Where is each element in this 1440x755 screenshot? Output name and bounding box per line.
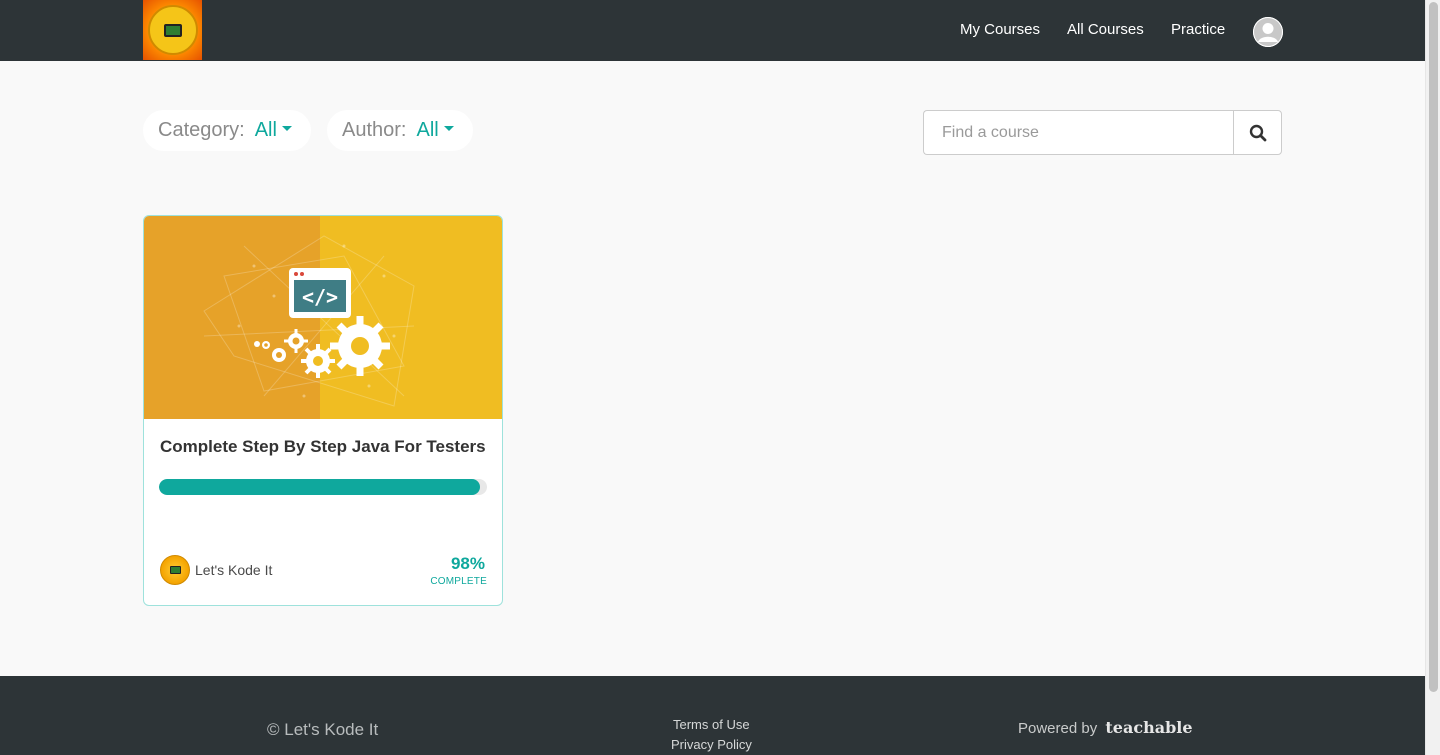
progress-percent: 98% [450, 554, 485, 573]
course-title[interactable]: Complete Step By Step Java For Testers [160, 437, 486, 457]
page-footer: © Let's Kode It Terms of Use Privacy Pol… [0, 676, 1425, 755]
search-input[interactable] [923, 110, 1234, 155]
footer-copyright: © Let's Kode It [267, 720, 379, 739]
page-scrollbar[interactable] [1425, 0, 1440, 755]
category-filter-value[interactable]: All [255, 119, 277, 142]
nav-my-courses[interactable]: My Courses [960, 21, 1040, 38]
course-card[interactable]: </> Complete Step By Step Java For Teste… [143, 215, 503, 606]
progress-status: COMPLETE [430, 576, 487, 587]
author-filter[interactable]: Author: All [327, 110, 473, 151]
nav-all-courses[interactable]: All Courses [1067, 21, 1144, 38]
category-filter-label: Category: [158, 119, 245, 141]
course-progress-fill [159, 479, 481, 495]
category-filter[interactable]: Category: All [143, 110, 311, 151]
author-filter-label: Author: [342, 119, 407, 141]
search-button[interactable] [1233, 110, 1282, 155]
author-filter-value[interactable]: All [416, 119, 438, 142]
footer-link-privacy[interactable]: Privacy Policy [671, 737, 752, 752]
nav-practice[interactable]: Practice [1171, 21, 1225, 38]
powered-by[interactable]: Powered by teachable [1018, 718, 1193, 737]
user-avatar-icon[interactable] [1253, 17, 1283, 47]
teachable-brand[interactable]: teachable [1105, 718, 1192, 737]
scrollbar-thumb[interactable] [1429, 2, 1438, 692]
course-thumbnail[interactable]: </> [144, 216, 502, 419]
powered-by-label: Powered by [1018, 720, 1098, 737]
school-logo[interactable] [143, 0, 202, 60]
logo-badge-icon [147, 5, 198, 55]
author-avatar [160, 555, 190, 585]
footer-link-terms[interactable]: Terms of Use [673, 717, 750, 732]
course-author: Let's Kode It [195, 562, 273, 578]
svg-text:</>: </> [302, 285, 338, 309]
course-progress-bar [159, 479, 487, 495]
top-navbar: My Courses All Courses Practice [0, 0, 1425, 61]
chevron-down-icon [281, 126, 292, 131]
search-icon [1249, 124, 1266, 141]
chevron-down-icon [443, 126, 454, 131]
code-window-icon: </> [289, 268, 351, 318]
